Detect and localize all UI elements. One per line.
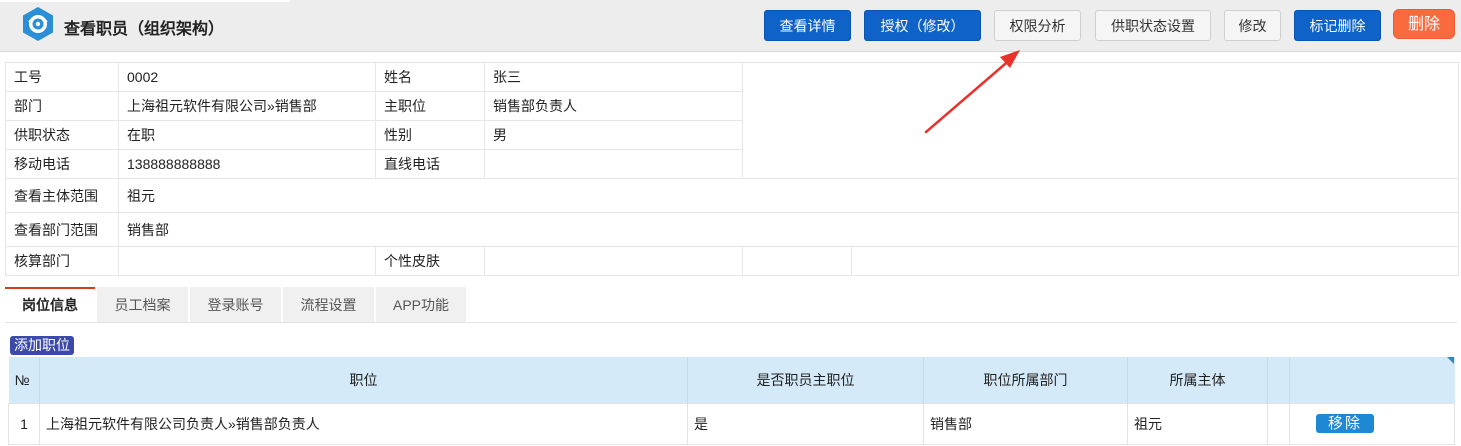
col-header-position: 职位: [39, 357, 688, 403]
row-no: 1: [8, 402, 40, 445]
col-header-spacer: [1267, 357, 1290, 403]
employee-no-label: 工号: [5, 62, 119, 92]
grid-corner-marker: [1447, 357, 1454, 364]
tab-login-account[interactable]: 登录账号: [190, 287, 281, 322]
positions-grid: № 职位 是否职员主职位 职位所属部门 所属主体 1 上海祖元软件有限公司负责人…: [8, 357, 1455, 445]
employee-info-table: 工号 0002 姓名 张三 部门 上海祖元软件有限公司»销售部 主职位 销售部负…: [5, 62, 1459, 276]
status-label: 供职状态: [5, 120, 119, 150]
dept-scope-value: 销售部: [118, 212, 1459, 247]
view-details-button[interactable]: 查看详情: [764, 10, 851, 41]
skin-label: 个性皮肤: [375, 246, 485, 276]
main-position-label: 主职位: [375, 91, 485, 121]
accounting-dept-value: [118, 246, 376, 276]
entity-scope-value: 祖元: [118, 178, 1459, 213]
entity-scope-label: 查看主体范围: [5, 178, 119, 213]
info-blank-area: [742, 62, 1459, 179]
gender-label: 性别: [375, 120, 485, 150]
tab-position-info[interactable]: 岗位信息: [5, 287, 95, 322]
name-value: 张三: [484, 62, 743, 92]
add-position-button[interactable]: 添加职位: [10, 336, 74, 355]
direct-phone-label: 直线电话: [375, 149, 485, 179]
dept-value: 上海祖元软件有限公司»销售部: [118, 91, 376, 121]
grid-header-row: № 职位 是否职员主职位 职位所属部门 所属主体: [8, 357, 1455, 403]
direct-phone-value: [484, 149, 743, 179]
positions-grid-wrapper: № 职位 是否职员主职位 职位所属部门 所属主体 1 上海祖元软件有限公司负责人…: [8, 357, 1455, 446]
row-entity: 祖元: [1127, 402, 1268, 445]
employee-no-value: 0002: [118, 62, 376, 92]
row-action-cell: 移除: [1289, 402, 1455, 445]
tab-bar: 岗位信息 员工档案 登录账号 流程设置 APP功能: [5, 287, 1457, 323]
dept-label: 部门: [5, 91, 119, 121]
row-position: 上海祖元软件有限公司负责人»销售部负责人: [39, 402, 688, 445]
remove-button[interactable]: 移除: [1316, 414, 1374, 433]
tab-workflow-settings[interactable]: 流程设置: [283, 287, 374, 322]
skin-value: [484, 246, 743, 276]
mark-delete-button[interactable]: 标记删除: [1294, 10, 1381, 41]
col-header-entity: 所属主体: [1127, 357, 1268, 403]
col-header-no: №: [8, 357, 40, 403]
gender-value: 男: [484, 120, 743, 150]
permission-analysis-button[interactable]: 权限分析: [994, 10, 1081, 41]
mobile-label: 移动电话: [5, 149, 119, 179]
table-row: 1 上海祖元软件有限公司负责人»销售部负责人 是 销售部 祖元 移除: [8, 402, 1455, 445]
col-header-dept: 职位所属部门: [923, 357, 1128, 403]
eye-logo-icon: [23, 7, 53, 41]
row-is-main: 是: [687, 402, 924, 445]
employment-status-button[interactable]: 供职状态设置: [1095, 10, 1211, 41]
page-title: 查看职员（组织架构）: [64, 21, 225, 38]
status-value: 在职: [118, 120, 376, 150]
mobile-value: 138888888888: [118, 149, 376, 179]
name-label: 姓名: [375, 62, 485, 92]
authorize-edit-button[interactable]: 授权（修改）: [864, 10, 981, 41]
delete-button[interactable]: 删除: [1393, 9, 1455, 39]
page-header: 查看职员（组织架构） 查看详情 授权（修改） 权限分析 供职状态设置 修改 标记…: [0, 0, 1461, 52]
skin-extra-cell-2: [851, 246, 1459, 276]
skin-extra-cell: [742, 246, 852, 276]
row-spacer: [1267, 402, 1290, 445]
main-position-value: 销售部负责人: [484, 91, 743, 121]
dept-scope-label: 查看部门范围: [5, 212, 119, 247]
tab-employee-file[interactable]: 员工档案: [97, 287, 188, 322]
edit-button[interactable]: 修改: [1224, 10, 1281, 41]
row-dept: 销售部: [923, 402, 1128, 445]
accounting-dept-label: 核算部门: [5, 246, 119, 276]
col-header-is-main: 是否职员主职位: [687, 357, 924, 403]
col-header-action: [1289, 357, 1455, 403]
tab-app-functions[interactable]: APP功能: [376, 287, 466, 322]
header-top-strip: [0, 0, 290, 2]
